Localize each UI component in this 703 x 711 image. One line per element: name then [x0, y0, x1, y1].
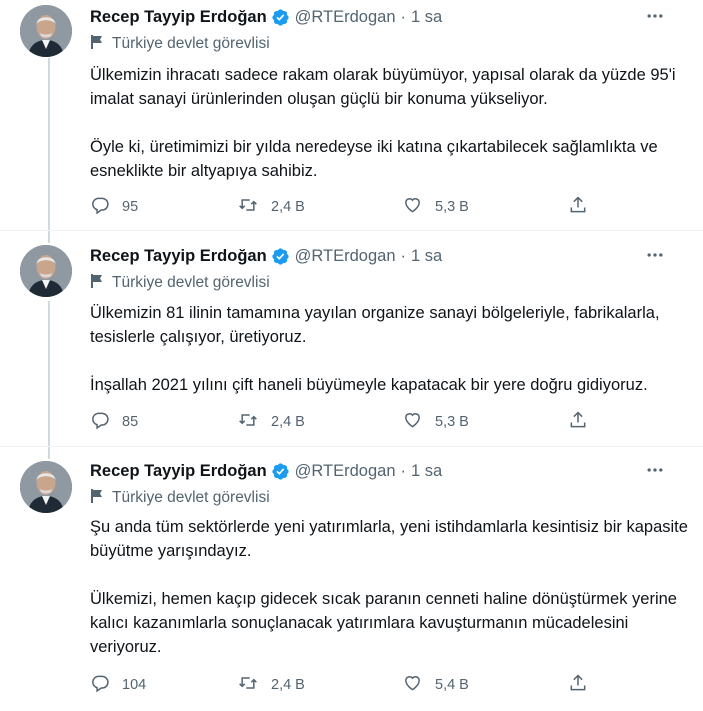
separator-dot: ·	[400, 246, 407, 265]
account-label: Türkiye devlet görevlisi	[90, 273, 270, 293]
reply-icon	[90, 195, 122, 219]
retweet-button[interactable]: 2,4 B	[237, 195, 305, 219]
heart-icon	[402, 410, 435, 434]
retweet-count: 2,4 B	[271, 677, 305, 693]
account-label-text: Türkiye devlet görevlisi	[112, 35, 270, 52]
thread-connector-line	[48, 301, 50, 446]
avatar-image	[20, 461, 72, 513]
like-count: 5,3 B	[435, 199, 469, 215]
reply-button[interactable]: 104	[90, 673, 146, 697]
author-handle[interactable]: @RTErdogan	[295, 247, 396, 266]
reply-button[interactable]: 95	[90, 195, 138, 219]
avatar-image	[20, 245, 72, 297]
like-button[interactable]: 5,4 B	[402, 673, 469, 697]
separator-dot: ·	[400, 7, 407, 26]
avatar[interactable]	[20, 5, 72, 57]
tweet-thread: Recep Tayyip Erdoğan @RTErdogan · 1 sa T…	[0, 0, 703, 711]
tweet-1[interactable]: Recep Tayyip Erdoğan @RTErdogan · 1 sa T…	[0, 0, 703, 231]
tweet-header: Recep Tayyip Erdoğan @RTErdogan · 1 sa	[90, 6, 683, 28]
account-label-text: Türkiye devlet görevlisi	[112, 274, 270, 291]
thread-connector-line	[48, 231, 50, 243]
tweet-actions: 95 2,4 B 5,3 B	[90, 195, 590, 217]
timestamp[interactable]: 1 sa	[411, 462, 442, 481]
tweet-paragraph: İnşallah 2021 yılını çift haneli büyümey…	[90, 376, 648, 394]
tweet-paragraph: Öyle ki, üretimimizi bir yılda neredeyse…	[90, 138, 658, 180]
account-label: Türkiye devlet görevlisi	[90, 488, 270, 508]
retweet-icon	[237, 673, 271, 697]
flag-icon	[90, 488, 112, 509]
retweet-button[interactable]: 2,4 B	[237, 673, 305, 697]
like-button[interactable]: 5,3 B	[402, 195, 469, 219]
tweet-3[interactable]: Recep Tayyip Erdoğan @RTErdogan · 1 sa T…	[0, 447, 703, 711]
reply-count: 95	[122, 199, 139, 215]
heart-icon	[402, 673, 435, 697]
avatar-image	[20, 5, 72, 57]
like-count: 5,3 B	[435, 414, 469, 430]
heart-icon	[402, 195, 435, 219]
timestamp[interactable]: 1 sa	[411, 8, 442, 27]
share-button[interactable]	[568, 195, 600, 219]
reply-button[interactable]: 85	[90, 410, 138, 434]
tweet-text: Ülkemizin 81 ilinin tamamına yayılan org…	[90, 301, 690, 397]
retweet-icon	[237, 195, 271, 219]
reply-count: 85	[122, 414, 139, 430]
flag-icon	[90, 34, 112, 55]
retweet-icon	[237, 410, 271, 434]
share-icon	[568, 410, 600, 434]
retweet-button[interactable]: 2,4 B	[237, 410, 305, 434]
author-name[interactable]: Recep Tayyip Erdoğan	[90, 247, 267, 266]
separator-dot: ·	[400, 461, 407, 480]
author-name[interactable]: Recep Tayyip Erdoğan	[90, 8, 267, 27]
retweet-count: 2,4 B	[271, 199, 305, 215]
author-handle[interactable]: @RTErdogan	[295, 8, 396, 27]
avatar[interactable]	[20, 461, 72, 513]
more-icon[interactable]	[645, 460, 665, 483]
tweet-paragraph: Ülkemizin ihracatı sadece rakam olarak b…	[90, 66, 676, 108]
tweet-paragraph: Ülkemizin 81 ilinin tamamına yayılan org…	[90, 304, 660, 346]
author-name[interactable]: Recep Tayyip Erdoğan	[90, 462, 267, 481]
author-handle[interactable]: @RTErdogan	[295, 462, 396, 481]
tweet-paragraph: Ülkemizi, hemen kaçıp gidecek sıcak para…	[90, 590, 677, 656]
reply-icon	[90, 410, 122, 434]
tweet-header: Recep Tayyip Erdoğan @RTErdogan · 1 sa	[90, 245, 683, 267]
share-button[interactable]	[568, 673, 600, 697]
tweet-text: Şu anda tüm sektörlerde yeni yatırımlarl…	[90, 515, 690, 659]
tweet-2[interactable]: Recep Tayyip Erdoğan @RTErdogan · 1 sa T…	[0, 231, 703, 447]
flag-icon	[90, 273, 112, 294]
verified-badge-icon	[271, 462, 290, 481]
tweet-header: Recep Tayyip Erdoğan @RTErdogan · 1 sa	[90, 460, 683, 482]
tweet-paragraph: Şu anda tüm sektörlerde yeni yatırımlarl…	[90, 518, 688, 560]
reply-count: 104	[122, 677, 147, 693]
more-icon[interactable]	[645, 6, 665, 29]
thread-connector-line	[48, 58, 50, 230]
more-icon[interactable]	[645, 245, 665, 268]
share-button[interactable]	[568, 410, 600, 434]
share-icon	[568, 195, 600, 219]
reply-icon	[90, 673, 122, 697]
thread-connector-line	[48, 447, 50, 459]
retweet-count: 2,4 B	[271, 414, 305, 430]
share-icon	[568, 673, 600, 697]
tweet-text: Ülkemizin ihracatı sadece rakam olarak b…	[90, 63, 690, 183]
account-label-text: Türkiye devlet görevlisi	[112, 489, 270, 506]
tweet-actions: 85 2,4 B 5,3 B	[90, 410, 590, 432]
verified-badge-icon	[271, 8, 290, 27]
account-label: Türkiye devlet görevlisi	[90, 34, 270, 54]
avatar[interactable]	[20, 245, 72, 297]
like-count: 5,4 B	[435, 677, 469, 693]
verified-badge-icon	[271, 247, 290, 266]
timestamp[interactable]: 1 sa	[411, 247, 442, 266]
like-button[interactable]: 5,3 B	[402, 410, 469, 434]
tweet-actions: 104 2,4 B 5,4 B	[90, 673, 590, 695]
